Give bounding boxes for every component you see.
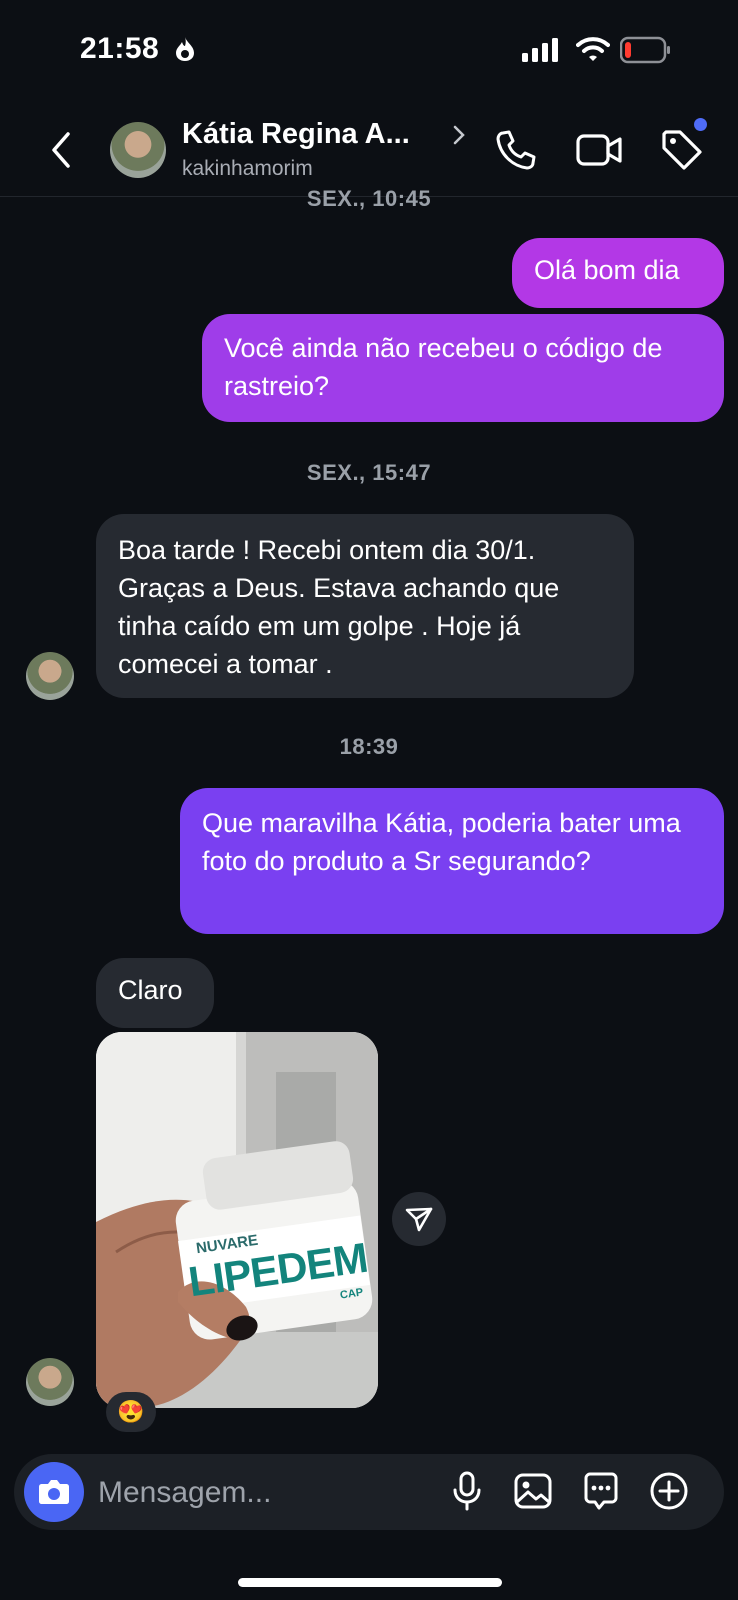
time-label: 18:39 xyxy=(339,734,399,759)
incoming-message[interactable]: Boa tarde ! Recebi ontem dia 30/1. Graça… xyxy=(96,514,634,698)
time-label: SEX., 15:47 xyxy=(306,460,432,485)
sticker-message-icon[interactable] xyxy=(580,1470,622,1512)
time-label: SEX., 10:45 xyxy=(306,186,432,211)
gallery-icon[interactable] xyxy=(512,1470,554,1512)
cellular-signal-icon xyxy=(522,38,558,62)
chevron-right-icon[interactable] xyxy=(452,124,466,146)
message-input[interactable] xyxy=(96,1470,420,1516)
camera-button[interactable] xyxy=(24,1462,84,1522)
product-photo xyxy=(96,1032,378,1408)
send-icon xyxy=(405,1207,433,1232)
contact-avatar[interactable] xyxy=(110,122,166,178)
home-indicator xyxy=(238,1578,502,1587)
outgoing-message[interactable]: Olá bom dia xyxy=(512,238,724,308)
emoji-reaction[interactable]: 😍 xyxy=(106,1392,156,1432)
share-button[interactable] xyxy=(392,1192,446,1246)
contact-handle: kakinhamorim xyxy=(182,157,313,180)
flame-icon xyxy=(176,37,194,61)
outgoing-message[interactable]: Você ainda não recebeu o código de rastr… xyxy=(202,314,724,422)
camera-icon xyxy=(39,1480,69,1504)
photo-message[interactable]: NUVARE LIPEDEM CAP xyxy=(96,1032,378,1408)
tag-icon[interactable] xyxy=(660,128,704,172)
back-button[interactable] xyxy=(44,128,78,172)
video-camera-icon[interactable] xyxy=(576,130,622,170)
reaction-emoji: 😍 xyxy=(117,1399,145,1424)
status-time: 21:58 xyxy=(80,32,160,65)
contact-avatar-small[interactable] xyxy=(26,1358,74,1406)
microphone-icon[interactable] xyxy=(446,1470,488,1512)
phone-icon[interactable] xyxy=(494,128,538,172)
contact-name[interactable]: Kátia Regina A... xyxy=(182,118,410,151)
add-icon[interactable] xyxy=(648,1470,690,1512)
battery-low-icon xyxy=(620,36,670,64)
notification-dot xyxy=(694,118,707,131)
wifi-icon xyxy=(576,37,610,61)
incoming-message[interactable]: Claro xyxy=(96,958,214,1028)
contact-avatar-small[interactable] xyxy=(26,652,74,700)
outgoing-message[interactable]: Que maravilha Kátia, poderia bater uma f… xyxy=(180,788,724,934)
